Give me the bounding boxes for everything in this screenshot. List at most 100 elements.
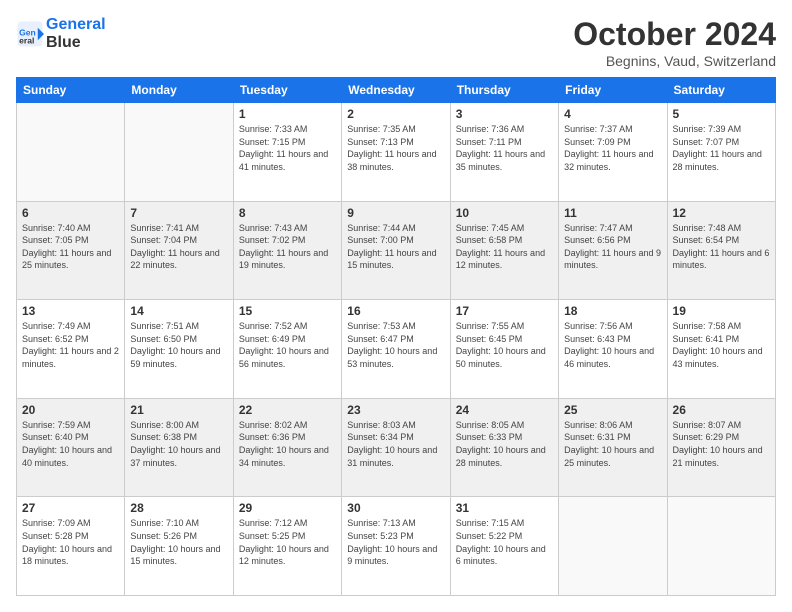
day-info: Sunrise: 7:51 AM Sunset: 6:50 PM Dayligh… xyxy=(130,320,227,370)
day-number: 23 xyxy=(347,403,444,417)
calendar-cell: 6 Sunrise: 7:40 AM Sunset: 7:05 PM Daylig… xyxy=(17,201,125,300)
calendar-cell: 16Sunrise: 7:53 AM Sunset: 6:47 PM Dayli… xyxy=(342,300,450,399)
day-number: 31 xyxy=(456,501,553,515)
day-info: Sunrise: 7:15 AM Sunset: 5:22 PM Dayligh… xyxy=(456,517,553,567)
day-info: Sunrise: 7:13 AM Sunset: 5:23 PM Dayligh… xyxy=(347,517,444,567)
day-info: Sunrise: 8:05 AM Sunset: 6:33 PM Dayligh… xyxy=(456,419,553,469)
day-info: Sunrise: 7:59 AM Sunset: 6:40 PM Dayligh… xyxy=(22,419,119,469)
calendar-cell: 19 Sunrise: 7:58 AM Sunset: 6:41 PM Dayli… xyxy=(667,300,775,399)
day-number: 28 xyxy=(130,501,227,515)
day-number: 25 xyxy=(564,403,661,417)
calendar-cell: 12 Sunrise: 7:48 AM Sunset: 6:54 PM Dayli… xyxy=(667,201,775,300)
calendar-cell: 15 Sunrise: 7:52 AM Sunset: 6:49 PM Dayli… xyxy=(233,300,341,399)
day-info: Sunrise: 7:41 AM Sunset: 7:04 PM Dayligh… xyxy=(130,222,227,272)
calendar-week-row: 27Sunrise: 7:09 AM Sunset: 5:28 PM Dayli… xyxy=(17,497,776,596)
day-number: 18 xyxy=(564,304,661,318)
day-number: 24 xyxy=(456,403,553,417)
calendar-cell: 29 Sunrise: 7:12 AM Sunset: 5:25 PM Dayli… xyxy=(233,497,341,596)
day-number: 29 xyxy=(239,501,336,515)
day-info: Sunrise: 8:00 AM Sunset: 6:38 PM Dayligh… xyxy=(130,419,227,469)
day-number: 6 xyxy=(22,206,119,220)
day-info: Sunrise: 7:43 AM Sunset: 7:02 PM Dayligh… xyxy=(239,222,336,272)
day-number: 2 xyxy=(347,107,444,121)
day-number: 17 xyxy=(456,304,553,318)
calendar-cell: 26 Sunrise: 8:07 AM Sunset: 6:29 PM Dayli… xyxy=(667,398,775,497)
day-info: Sunrise: 7:45 AM Sunset: 6:58 PM Dayligh… xyxy=(456,222,553,272)
calendar-cell: 17Sunrise: 7:55 AM Sunset: 6:45 PM Dayli… xyxy=(450,300,558,399)
calendar-cell: 11 Sunrise: 7:47 AM Sunset: 6:56 PM Dayli… xyxy=(559,201,667,300)
day-info: Sunrise: 8:07 AM Sunset: 6:29 PM Dayligh… xyxy=(673,419,770,469)
weekday-header: Saturday xyxy=(667,78,775,103)
day-info: Sunrise: 8:06 AM Sunset: 6:31 PM Dayligh… xyxy=(564,419,661,469)
calendar-cell: 20 Sunrise: 7:59 AM Sunset: 6:40 PM Dayli… xyxy=(17,398,125,497)
weekday-header: Wednesday xyxy=(342,78,450,103)
calendar-cell: 1 Sunrise: 7:33 AM Sunset: 7:15 PM Daylig… xyxy=(233,103,341,202)
day-number: 14 xyxy=(130,304,227,318)
svg-text:eral: eral xyxy=(19,35,34,45)
day-number: 19 xyxy=(673,304,770,318)
day-info: Sunrise: 7:56 AM Sunset: 6:43 PM Dayligh… xyxy=(564,320,661,370)
day-number: 26 xyxy=(673,403,770,417)
day-info: Sunrise: 7:12 AM Sunset: 5:25 PM Dayligh… xyxy=(239,517,336,567)
day-number: 12 xyxy=(673,206,770,220)
weekday-header: Friday xyxy=(559,78,667,103)
day-number: 11 xyxy=(564,206,661,220)
calendar-cell: 7 Sunrise: 7:41 AM Sunset: 7:04 PM Daylig… xyxy=(125,201,233,300)
day-number: 16 xyxy=(347,304,444,318)
calendar-cell: 14 Sunrise: 7:51 AM Sunset: 6:50 PM Dayli… xyxy=(125,300,233,399)
day-number: 9 xyxy=(347,206,444,220)
day-number: 21 xyxy=(130,403,227,417)
calendar-cell: 18 Sunrise: 7:56 AM Sunset: 6:43 PM Dayli… xyxy=(559,300,667,399)
calendar-cell: 22 Sunrise: 8:02 AM Sunset: 6:36 PM Dayli… xyxy=(233,398,341,497)
calendar-cell: 10 Sunrise: 7:45 AM Sunset: 6:58 PM Dayli… xyxy=(450,201,558,300)
logo: Gen eral General Blue xyxy=(16,16,106,51)
calendar-cell: 9 Sunrise: 7:44 AM Sunset: 7:00 PM Daylig… xyxy=(342,201,450,300)
calendar-cell xyxy=(125,103,233,202)
calendar-week-row: 1 Sunrise: 7:33 AM Sunset: 7:15 PM Daylig… xyxy=(17,103,776,202)
day-info: Sunrise: 8:02 AM Sunset: 6:36 PM Dayligh… xyxy=(239,419,336,469)
calendar-cell: 24 Sunrise: 8:05 AM Sunset: 6:33 PM Dayli… xyxy=(450,398,558,497)
calendar-cell xyxy=(17,103,125,202)
calendar-cell xyxy=(559,497,667,596)
day-number: 30 xyxy=(347,501,444,515)
calendar-week-row: 13Sunrise: 7:49 AM Sunset: 6:52 PM Dayli… xyxy=(17,300,776,399)
day-number: 3 xyxy=(456,107,553,121)
calendar-cell: 25 Sunrise: 8:06 AM Sunset: 6:31 PM Dayli… xyxy=(559,398,667,497)
day-number: 8 xyxy=(239,206,336,220)
calendar-week-row: 20 Sunrise: 7:59 AM Sunset: 6:40 PM Dayli… xyxy=(17,398,776,497)
day-number: 15 xyxy=(239,304,336,318)
weekday-header: Thursday xyxy=(450,78,558,103)
day-info: Sunrise: 7:35 AM Sunset: 7:13 PM Dayligh… xyxy=(347,123,444,173)
day-info: Sunrise: 7:48 AM Sunset: 6:54 PM Dayligh… xyxy=(673,222,770,272)
calendar-cell: 4Sunrise: 7:37 AM Sunset: 7:09 PM Daylig… xyxy=(559,103,667,202)
day-info: Sunrise: 7:49 AM Sunset: 6:52 PM Dayligh… xyxy=(22,320,119,370)
title-month: October 2024 xyxy=(573,16,776,53)
title-block: October 2024 Begnins, Vaud, Switzerland xyxy=(573,16,776,69)
day-info: Sunrise: 7:58 AM Sunset: 6:41 PM Dayligh… xyxy=(673,320,770,370)
day-info: Sunrise: 7:44 AM Sunset: 7:00 PM Dayligh… xyxy=(347,222,444,272)
calendar-cell: 31 Sunrise: 7:15 AM Sunset: 5:22 PM Dayli… xyxy=(450,497,558,596)
day-info: Sunrise: 7:36 AM Sunset: 7:11 PM Dayligh… xyxy=(456,123,553,173)
logo-line1: General xyxy=(46,16,106,34)
day-info: Sunrise: 7:40 AM Sunset: 7:05 PM Dayligh… xyxy=(22,222,119,272)
day-info: Sunrise: 7:47 AM Sunset: 6:56 PM Dayligh… xyxy=(564,222,661,272)
header: Gen eral General Blue October 2024 Begni… xyxy=(16,16,776,69)
day-info: Sunrise: 7:33 AM Sunset: 7:15 PM Dayligh… xyxy=(239,123,336,173)
logo-icon: Gen eral xyxy=(16,20,44,48)
day-number: 20 xyxy=(22,403,119,417)
calendar-cell: 27Sunrise: 7:09 AM Sunset: 5:28 PM Dayli… xyxy=(17,497,125,596)
day-info: Sunrise: 7:09 AM Sunset: 5:28 PM Dayligh… xyxy=(22,517,119,567)
day-number: 10 xyxy=(456,206,553,220)
weekday-header: Monday xyxy=(125,78,233,103)
day-info: Sunrise: 7:52 AM Sunset: 6:49 PM Dayligh… xyxy=(239,320,336,370)
day-number: 4 xyxy=(564,107,661,121)
day-info: Sunrise: 7:39 AM Sunset: 7:07 PM Dayligh… xyxy=(673,123,770,173)
day-number: 7 xyxy=(130,206,227,220)
page: Gen eral General Blue October 2024 Begni… xyxy=(0,0,792,612)
day-number: 5 xyxy=(673,107,770,121)
calendar-cell: 8 Sunrise: 7:43 AM Sunset: 7:02 PM Daylig… xyxy=(233,201,341,300)
calendar-cell: 28Sunrise: 7:10 AM Sunset: 5:26 PM Dayli… xyxy=(125,497,233,596)
day-number: 22 xyxy=(239,403,336,417)
day-number: 1 xyxy=(239,107,336,121)
calendar-week-row: 6 Sunrise: 7:40 AM Sunset: 7:05 PM Daylig… xyxy=(17,201,776,300)
